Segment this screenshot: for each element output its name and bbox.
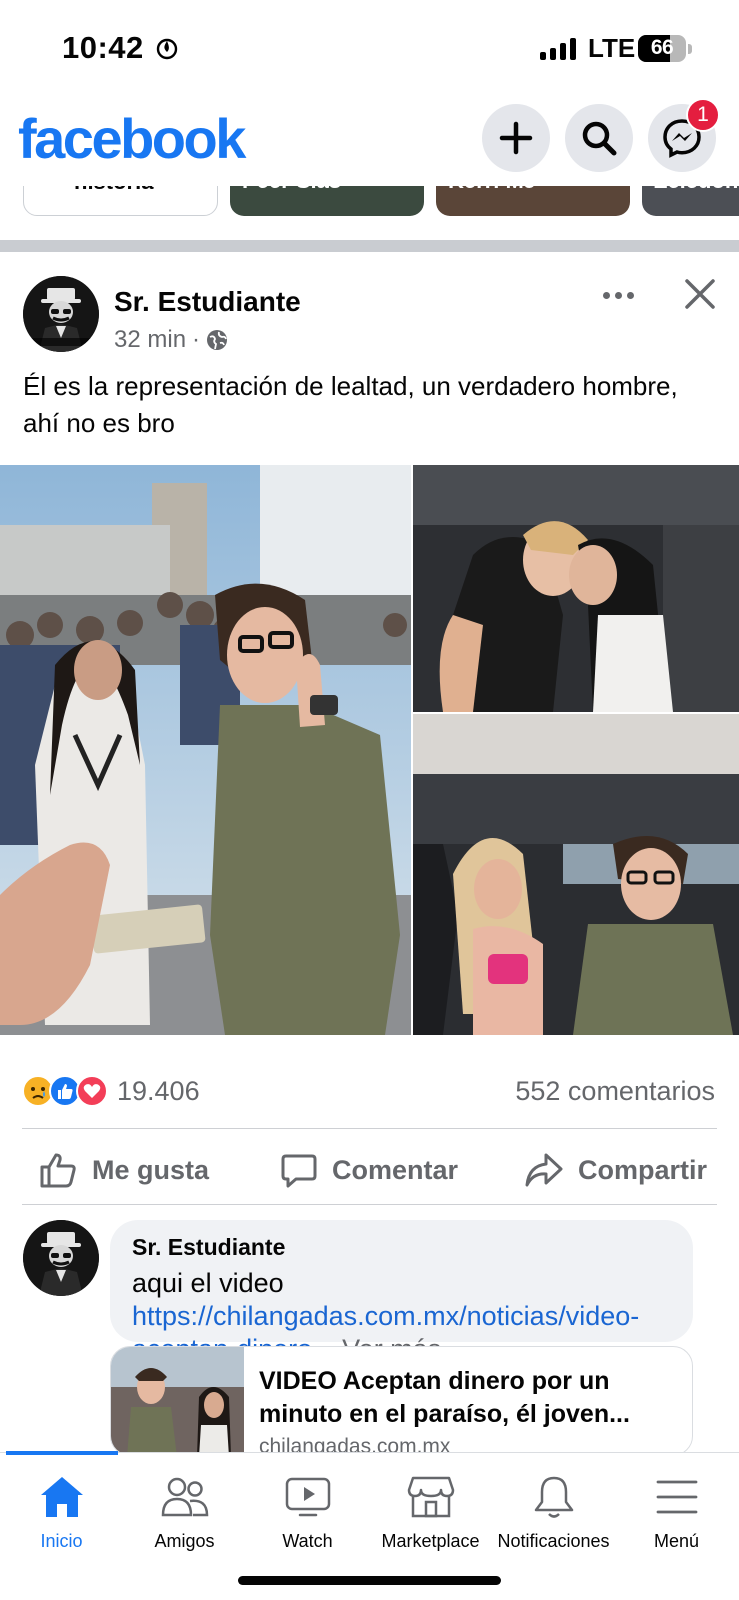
home-indicator[interactable] xyxy=(238,1576,501,1585)
tab-label: Menú xyxy=(653,1531,700,1551)
post-photo-left[interactable] xyxy=(0,465,411,1035)
search-icon xyxy=(582,121,617,156)
post-meta: 32 min · xyxy=(114,326,228,354)
battery-percent: 66 xyxy=(650,36,674,59)
feed-divider xyxy=(0,240,739,252)
story-label: Peer Sias xyxy=(242,186,341,194)
meta-separator: · xyxy=(192,326,201,353)
tab-marketplace[interactable]: Marketplace xyxy=(369,1473,492,1563)
more-dot xyxy=(614,291,622,299)
post-photo-top-right[interactable] xyxy=(413,465,739,712)
story-label: Kerri MJ xyxy=(448,186,536,194)
comment-author[interactable]: Sr. Estudiante xyxy=(132,1234,671,1261)
comment-body: aqui el video xyxy=(132,1268,284,1298)
tab-label: Inicio xyxy=(40,1531,83,1551)
link-preview-card[interactable]: VIDEO Aceptan dinero por un minuto en el… xyxy=(110,1346,693,1456)
watch-icon xyxy=(282,1473,334,1521)
more-dot xyxy=(626,291,634,299)
comment-avatar[interactable] xyxy=(23,1220,99,1296)
post-media[interactable] xyxy=(0,465,739,1035)
active-tab-indicator xyxy=(6,1451,118,1455)
story-card[interactable]: Peer Sias xyxy=(230,186,424,216)
comment-label: Comentar xyxy=(332,1154,459,1185)
tab-label: Marketplace xyxy=(381,1531,480,1551)
tab-menu[interactable]: Menú xyxy=(615,1473,738,1563)
share-icon xyxy=(525,1153,563,1187)
menu-icon xyxy=(651,1473,703,1521)
signal-icon xyxy=(540,36,576,60)
reaction-count: 19.406 xyxy=(117,1075,200,1106)
messenger-badge: 1 xyxy=(686,98,720,132)
post-author[interactable]: Sr. Estudiante xyxy=(114,286,301,318)
tab-amigos[interactable]: Amigos xyxy=(123,1473,246,1563)
avatar[interactable] xyxy=(23,276,99,352)
hide-post-button[interactable] xyxy=(682,276,718,312)
reactions-summary[interactable]: 19.406 xyxy=(22,1075,200,1107)
divider xyxy=(22,1204,717,1205)
post-time[interactable]: 32 min xyxy=(114,326,186,354)
comment-button[interactable]: Comentar xyxy=(280,1140,458,1200)
post-text: Él es la representación de lealtad, un v… xyxy=(23,371,678,438)
post-photo-bottom-right[interactable] xyxy=(413,714,739,1035)
friends-icon xyxy=(159,1473,211,1521)
messenger-button[interactable]: 1 xyxy=(648,98,720,172)
like-label: Me gusta xyxy=(92,1154,210,1185)
story-label: Zeledon xyxy=(654,186,738,194)
tab-notificaciones[interactable]: Notificaciones xyxy=(492,1473,615,1563)
tab-inicio[interactable]: Inicio xyxy=(0,1473,123,1563)
story-create-card[interactable]: historia xyxy=(23,186,218,216)
more-options-button[interactable] xyxy=(596,280,640,310)
app-header: facebook 1 xyxy=(0,98,739,190)
share-button[interactable]: Compartir xyxy=(524,1140,707,1200)
marketplace-icon xyxy=(405,1473,457,1521)
globe-icon xyxy=(207,330,228,350)
home-icon xyxy=(36,1473,88,1521)
link-thumbnail xyxy=(111,1347,244,1455)
stories-strip[interactable]: historia Peer Sias Kerri MJ Zeledon xyxy=(0,186,739,216)
love-icon xyxy=(76,1075,108,1107)
status-time: 10:42 xyxy=(62,30,144,65)
like-icon xyxy=(40,1153,76,1188)
share-label: Compartir xyxy=(578,1154,708,1185)
divider xyxy=(22,1128,717,1129)
like-button[interactable]: Me gusta xyxy=(38,1140,209,1200)
network-label: LTE xyxy=(588,33,636,63)
focus-flame-icon xyxy=(156,36,178,65)
comment-bubble[interactable]: Sr. Estudiante aqui el video https://chi… xyxy=(110,1220,693,1364)
story-card[interactable]: Kerri MJ xyxy=(436,186,630,216)
close-icon xyxy=(685,279,715,309)
plus-icon xyxy=(499,121,533,155)
create-button[interactable] xyxy=(482,104,550,172)
status-bar: 10:42 LTE 66 xyxy=(0,0,739,100)
post-actions: Me gusta Comentar Compartir xyxy=(0,1140,739,1200)
comments-count[interactable]: 552 comentarios xyxy=(515,1076,715,1107)
search-button[interactable] xyxy=(565,104,633,172)
link-title: VIDEO Aceptan dinero por un minuto en el… xyxy=(259,1367,630,1428)
bell-icon xyxy=(528,1473,580,1521)
tab-label: Watch xyxy=(282,1531,333,1551)
story-label: historia xyxy=(74,186,153,195)
more-dot xyxy=(602,291,610,299)
tab-label: Amigos xyxy=(154,1531,215,1551)
battery-icon: 66 xyxy=(638,35,686,62)
battery-tip xyxy=(688,44,692,54)
facebook-logo[interactable]: facebook xyxy=(18,106,246,171)
story-card[interactable]: Zeledon xyxy=(642,186,739,216)
tab-watch[interactable]: Watch xyxy=(246,1473,369,1563)
tab-label: Notificaciones xyxy=(497,1531,610,1551)
comment-icon xyxy=(281,1154,317,1188)
